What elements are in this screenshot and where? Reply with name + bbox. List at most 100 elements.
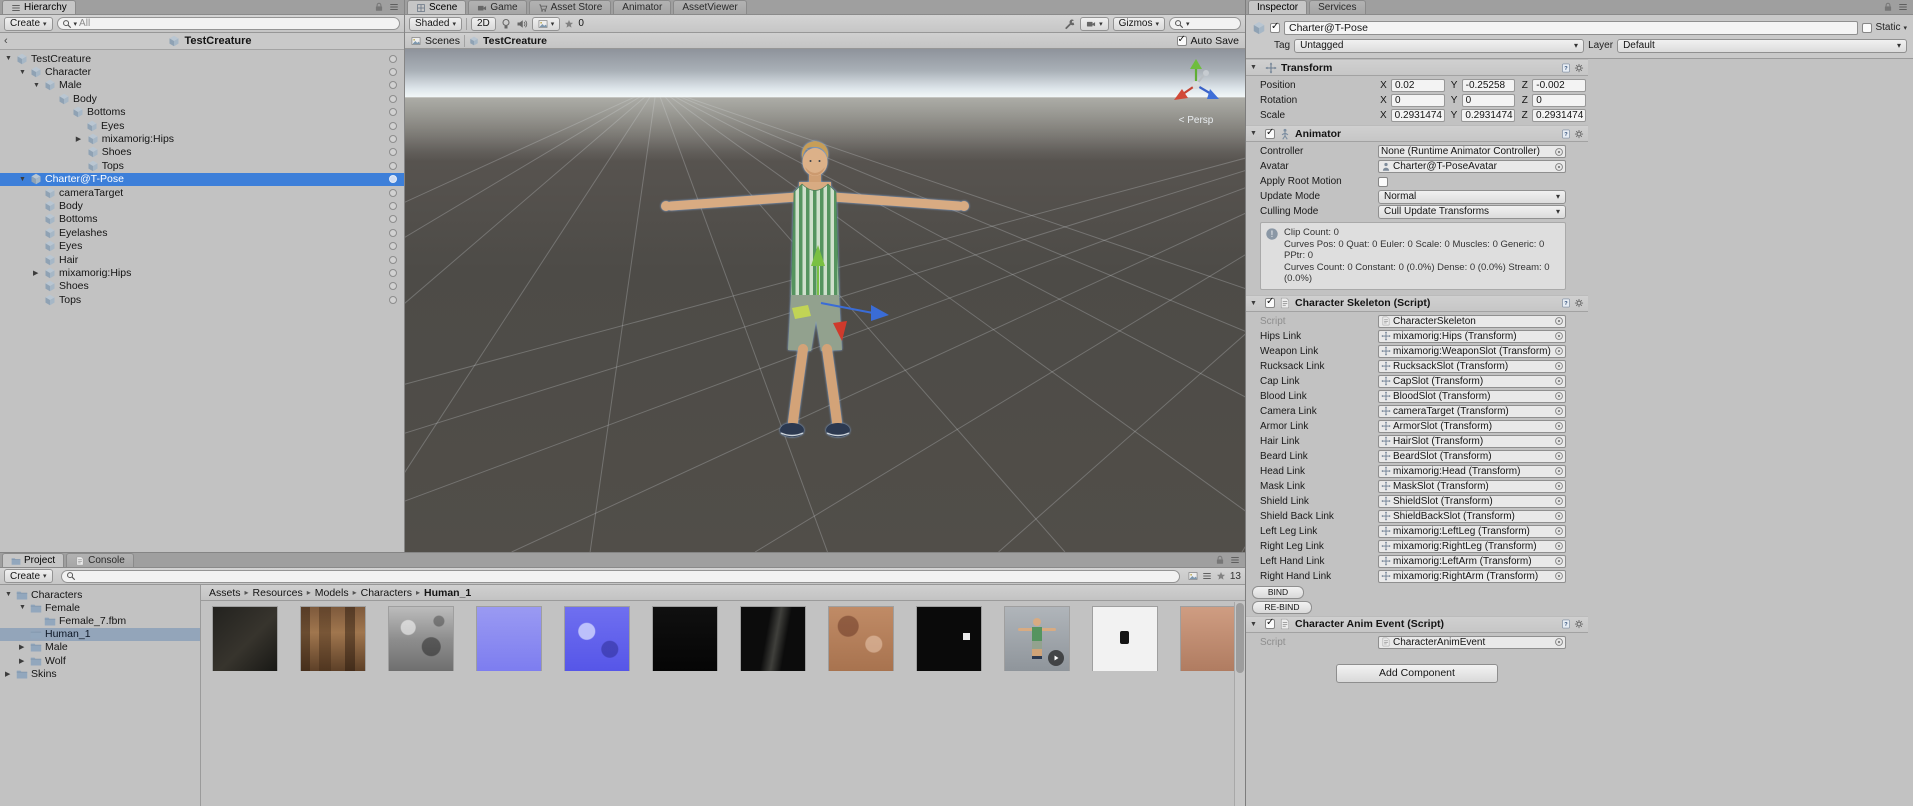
tree-item[interactable]: Tops (0, 159, 404, 172)
row-circle[interactable] (389, 108, 397, 117)
tree-item[interactable]: mixamorig:Hips (0, 132, 404, 145)
gameobject-name-field[interactable]: Charter@T-Pose (1284, 20, 1859, 35)
object-field[interactable]: BloodSlot (Transform) (1378, 389, 1566, 403)
object-picker-icon[interactable] (1554, 361, 1564, 371)
script-object-field[interactable]: CharacterSkeleton (1378, 314, 1566, 328)
tab-console[interactable]: Console (66, 553, 134, 567)
object-field[interactable]: mixamorig:LeftArm (Transform) (1378, 554, 1566, 568)
foldout-arrow[interactable] (33, 269, 44, 277)
row-circle[interactable] (389, 135, 397, 144)
object-field[interactable]: cameraTarget (Transform) (1378, 404, 1566, 418)
object-picker-icon[interactable] (1554, 436, 1564, 446)
tree-item-selected[interactable]: Charter@T-Pose (0, 172, 404, 186)
tree-item[interactable]: Hair (0, 253, 404, 266)
lock-icon[interactable] (1883, 2, 1893, 12)
search-by-label-icon[interactable] (1202, 571, 1212, 581)
axis-gizmo-icon[interactable] (1166, 55, 1226, 115)
character-skeleton-component-header[interactable]: Character Skeleton (Script) (1246, 294, 1588, 312)
foldout-arrow[interactable] (5, 591, 16, 598)
foldout-arrow[interactable] (19, 69, 30, 76)
static-checkbox[interactable] (1862, 22, 1873, 33)
gizmos-dropdown[interactable]: Gizmos ▾ (1112, 16, 1165, 31)
row-circle[interactable] (389, 81, 397, 90)
update-mode-dropdown[interactable]: Normal (1378, 189, 1566, 204)
component-enabled-checkbox[interactable] (1265, 296, 1275, 308)
panel-menu-icon[interactable] (1898, 2, 1908, 12)
object-field[interactable]: mixamorig:RightArm (Transform) (1378, 569, 1566, 583)
tab-scene[interactable]: Scene (407, 0, 467, 14)
row-circle[interactable] (389, 201, 397, 210)
effects-dropdown[interactable]: ▾ (531, 16, 561, 31)
scale-y-field[interactable]: 0.2931474 (1461, 109, 1516, 122)
scale-x-field[interactable]: 0.2931474 (1390, 109, 1445, 122)
camera-settings-dropdown[interactable]: ▾ (1080, 16, 1109, 31)
back-chevron-icon[interactable]: ‹ (4, 35, 20, 47)
search-filter-chevron-icon[interactable]: ▾ (74, 20, 78, 28)
add-component-button[interactable]: Add Component (1336, 663, 1498, 683)
object-field[interactable]: mixamorig:WeaponSlot (Transform) (1378, 344, 1566, 358)
asset-thumbnail-black-streak[interactable] (740, 606, 806, 671)
object-field[interactable]: HairSlot (Transform) (1378, 434, 1566, 448)
lock-icon[interactable] (1215, 555, 1225, 565)
object-field[interactable]: ShieldBackSlot (Transform) (1378, 509, 1566, 523)
tree-item[interactable]: Bottoms (0, 106, 404, 119)
preview-play-button[interactable] (1048, 650, 1064, 666)
tab-services[interactable]: Services (1309, 0, 1366, 14)
object-field[interactable]: CapSlot (Transform) (1378, 374, 1566, 388)
row-circle[interactable] (389, 161, 397, 170)
tree-item[interactable]: Tops (0, 293, 404, 306)
hierarchy-search-input[interactable]: ▾ All (56, 17, 400, 30)
character-model[interactable] (645, 137, 985, 447)
tab-animator[interactable]: Animator (613, 0, 672, 14)
row-circle[interactable] (389, 188, 397, 197)
object-field[interactable]: BeardSlot (Transform) (1378, 449, 1566, 463)
gear-icon[interactable] (1574, 63, 1584, 73)
bind-button[interactable]: BIND (1252, 585, 1304, 599)
object-picker-icon[interactable] (1554, 147, 1564, 157)
row-circle[interactable] (389, 282, 397, 291)
tab-project[interactable]: Project (2, 553, 65, 567)
asset-thumbnail-black[interactable] (652, 606, 718, 671)
asset-thumbnail-white[interactable] (1092, 606, 1158, 671)
active-checkbox[interactable] (1270, 21, 1280, 33)
tree-item[interactable]: Shoes (0, 146, 404, 159)
object-field[interactable]: mixamorig:LeftLeg (Transform) (1378, 524, 1566, 538)
object-field[interactable]: ShieldSlot (Transform) (1378, 494, 1566, 508)
panel-menu-icon[interactable] (1230, 555, 1240, 565)
breadcrumb-segment[interactable]: Characters (361, 587, 412, 599)
row-circle[interactable] (389, 228, 397, 237)
asset-thumbnail-normal-map[interactable] (564, 606, 630, 671)
row-circle[interactable] (389, 94, 397, 103)
tab-asset-store[interactable]: Asset Store (528, 0, 612, 14)
transform-component-header[interactable]: Transform (1246, 59, 1588, 76)
row-circle[interactable] (389, 175, 397, 184)
foldout-arrow[interactable] (19, 604, 30, 611)
object-picker-icon[interactable] (1554, 571, 1564, 581)
object-picker-icon[interactable] (1554, 451, 1564, 461)
asset-thumbnail-black-mark[interactable] (916, 606, 982, 671)
asset-thumbnail-hair-atlas[interactable] (300, 606, 366, 671)
tree-item[interactable]: Character (0, 65, 404, 78)
2d-toggle[interactable]: 2D (471, 16, 496, 31)
character-anim-event-component-header[interactable]: Character Anim Event (Script) (1246, 615, 1588, 633)
project-search-input[interactable] (60, 569, 1180, 583)
object-field[interactable]: MaskSlot (Transform) (1378, 479, 1566, 493)
foldout-arrow[interactable] (1250, 130, 1261, 137)
asset-thumbnail-normal-map-light[interactable] (476, 606, 542, 671)
tree-item[interactable]: Body (0, 92, 404, 105)
tree-item[interactable]: TestCreature (0, 52, 404, 65)
object-picker-icon[interactable] (1554, 346, 1564, 356)
search-filter-chevron-icon[interactable]: ▾ (1186, 20, 1190, 28)
foldout-arrow[interactable] (76, 135, 87, 143)
component-enabled-checkbox[interactable] (1265, 127, 1275, 139)
position-x-field[interactable]: 0.02 (1390, 79, 1445, 92)
asset-thumbnail-texture-dark[interactable] (212, 606, 278, 671)
gear-icon[interactable] (1574, 619, 1584, 629)
foldout-arrow[interactable] (1250, 64, 1261, 71)
tab-assetviewer[interactable]: AssetViewer (673, 0, 747, 14)
auto-save-toggle[interactable]: Auto Save (1176, 34, 1239, 47)
object-picker-icon[interactable] (1554, 162, 1564, 172)
folder-item[interactable]: Female (0, 601, 200, 614)
animator-component-header[interactable]: Animator (1246, 125, 1588, 142)
scale-z-field[interactable]: 0.2931474 (1532, 109, 1587, 122)
